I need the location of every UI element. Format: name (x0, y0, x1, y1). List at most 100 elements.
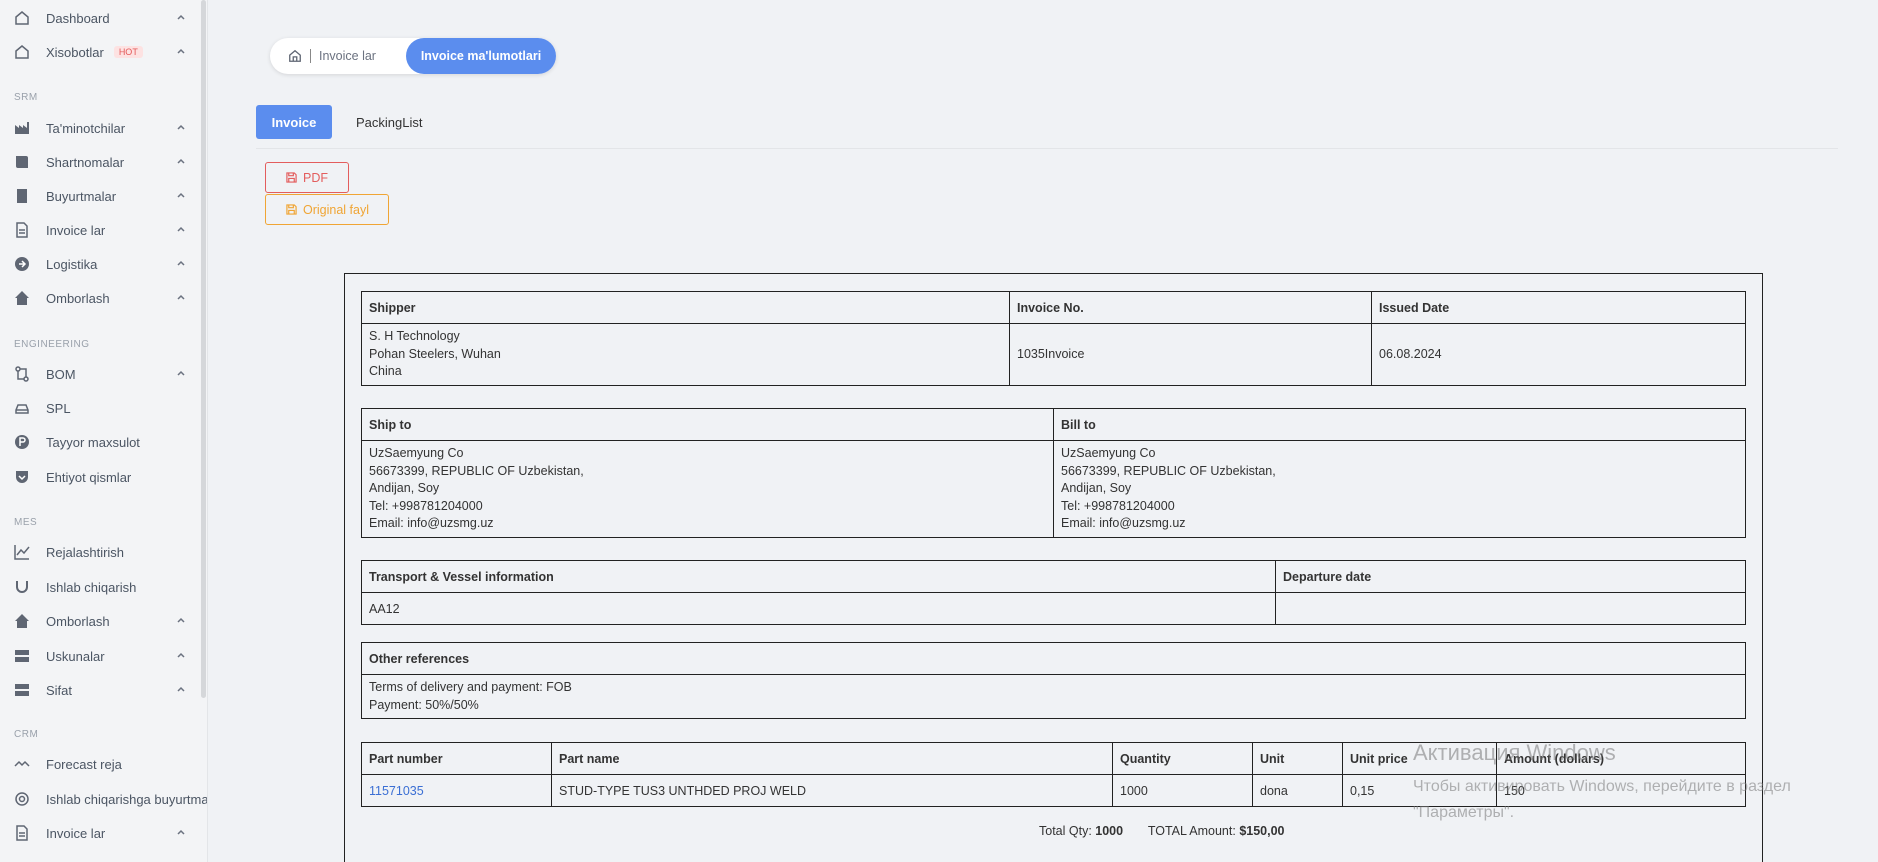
total-amount-label: TOTAL Amount: (1147, 824, 1236, 838)
sidebar-item-buyurtmalar[interactable]: Buyurtmalar (0, 181, 200, 211)
hot-badge: HOT (113, 46, 143, 58)
sidebar-item-label: Sifat (46, 682, 73, 698)
bill-to-line: Email: info@uzsmg.uz (1061, 516, 1186, 530)
sidebar-item-label: Ishlab chiqarishga buyurtma (46, 791, 208, 807)
sidebar-item-uskunalar[interactable]: Uskunalar (0, 641, 200, 671)
sidebar-item-tayyor-maxsulot[interactable]: Tayyor maxsulot (0, 427, 200, 457)
save-icon (286, 204, 297, 215)
bill-to-line: UzSaemyung Co (1061, 446, 1156, 460)
sidebar-item-sifat[interactable]: Sifat (0, 675, 200, 705)
sidebar-item-omborlash[interactable]: Omborlash (0, 283, 200, 313)
sidebar-item-spl[interactable]: SPL (0, 393, 200, 423)
sidebar-item-ehtiyot-qismlar[interactable]: Ehtiyot qismlar (0, 462, 200, 492)
tab-bar: Invoice PackingList (256, 105, 422, 139)
part-name-cell: STUD-TYPE TUS3 UNTHDED PROJ WELD (551, 774, 1113, 807)
breadcrumb-separator (310, 49, 311, 63)
sidebar-item-taminotchilar[interactable]: Ta'minotchilar (0, 113, 200, 143)
other-reference-line: Terms of delivery and payment: FOB (369, 680, 572, 694)
sidebar-item-ishlab-chiqarish[interactable]: Ishlab chiqarish (0, 572, 200, 602)
sidebar-item-label: BOM (46, 366, 76, 382)
bill-to-line: Tel: +998781204000 (1061, 498, 1175, 513)
unit-cell: dona (1252, 774, 1343, 807)
invoice-no-header: Invoice No. (1009, 291, 1372, 324)
chevron-up-icon (177, 226, 185, 232)
car-icon (14, 400, 30, 416)
breadcrumb-invoice-lar[interactable]: Invoice lar (319, 49, 376, 63)
total-amount-value: $150,00 (1239, 824, 1285, 838)
watermark-text: Чтобы активировать Windows, перейдите в … (1413, 778, 1791, 821)
book-icon (14, 188, 30, 204)
issued-date-value: 06.08.2024 (1371, 323, 1746, 386)
ship-to-line: Andijan, Soy (369, 481, 440, 495)
sidebar-item-label: Forecast reja (46, 756, 122, 772)
chevron-up-icon (177, 617, 185, 623)
document-icon (14, 222, 30, 238)
sidebar-scrollbar[interactable] (201, 0, 206, 698)
sidebar-item-rejalashtirish[interactable]: Rejalashtirish (0, 537, 200, 567)
chevron-up-icon (177, 14, 185, 20)
sidebar-item-ishlab-chiqarishga-buyurtma[interactable]: Ishlab chiqarishga buyurtma (0, 784, 207, 814)
sidebar-item-dashboard[interactable]: Dashboard (0, 3, 200, 33)
shipper-line: Pohan Steelers, Wuhan (369, 346, 501, 361)
breadcrumb-current: Invoice ma'lumotlari (406, 38, 556, 74)
product-badge-icon (14, 434, 30, 450)
bill-to-line: 56673399, REPUBLIC OF Uzbekistan, (1061, 463, 1276, 478)
chevron-up-icon (177, 158, 185, 164)
other-references-table: Other references Terms of delivery and p… (361, 642, 1746, 719)
bill-to-line: Andijan, Soy (1061, 481, 1132, 495)
column-header: Part number (361, 742, 552, 775)
sidebar-item-label: Omborlash (46, 613, 110, 629)
git-compare-icon (14, 366, 30, 382)
watermark-title: Активация Windows (1413, 740, 1616, 765)
tabs-divider (256, 148, 1838, 149)
sidebar: Dashboard Xisobotlar HOT SRM Ta'minotchi… (0, 0, 208, 862)
sidebar-item-xisobotlar[interactable]: Xisobotlar HOT (0, 37, 200, 67)
chevron-up-icon (177, 652, 185, 658)
sidebar-item-label: Ehtiyot qismlar (46, 469, 132, 485)
chevron-up-icon (177, 48, 185, 54)
shipper-table: Shipper Invoice No. Issued Date S. H Tec… (361, 291, 1746, 386)
original-file-button-label: Original fayl (303, 202, 369, 217)
eye-icon (14, 791, 30, 807)
tab-packinglist[interactable]: PackingList (356, 105, 422, 139)
column-header: Quantity (1112, 742, 1253, 775)
totals: Total Qty: 1000 TOTAL Amount: $150,00 (1039, 824, 1285, 838)
sidebar-item-label: Xisobotlar (46, 44, 104, 60)
home-icon[interactable] (288, 49, 302, 63)
sidebar-item-label: Dashboard (46, 10, 110, 26)
sidebar-item-invoice-lar[interactable]: Invoice lar (0, 215, 200, 245)
tab-invoice[interactable]: Invoice (256, 105, 332, 139)
ship-to-header: Ship to (361, 408, 1054, 441)
sidebar-item-label: Ta'minotchilar (46, 120, 126, 136)
sidebar-item-omborlash-mes[interactable]: Omborlash (0, 606, 200, 636)
ship-to-line: Email: info@uzsmg.uz (369, 516, 494, 530)
sidebar-item-forecast-reja[interactable]: Forecast reja (0, 749, 200, 779)
sidebar-item-invoice-lar-crm[interactable]: Invoice lar (0, 818, 200, 848)
original-file-button[interactable]: Original fayl (265, 194, 389, 225)
chevron-up-icon (177, 294, 185, 300)
pdf-button[interactable]: PDF (265, 162, 349, 193)
magnet-icon (14, 579, 30, 595)
sidebar-item-logistika[interactable]: Logistika (0, 249, 200, 279)
home-icon (14, 44, 30, 60)
server-icon (14, 648, 30, 664)
other-references-header: Other references (361, 642, 1746, 675)
breadcrumb: Invoice lar Invoice ma'lumotlari (270, 38, 556, 74)
sidebar-item-shartnomalar[interactable]: Shartnomalar (0, 147, 200, 177)
sidebar-item-bom[interactable]: BOM (0, 359, 200, 389)
chevron-up-icon (177, 370, 185, 376)
trend-icon (14, 756, 30, 772)
ship-bill-table: Ship to Bill to UzSaemyung Co 56673399, … (361, 408, 1746, 538)
chevron-up-icon (177, 192, 185, 198)
section-label-crm: CRM (14, 729, 39, 740)
ship-to-address: UzSaemyung Co 56673399, REPUBLIC OF Uzbe… (361, 440, 1054, 538)
part-number-link[interactable]: 11571035 (361, 774, 552, 807)
sidebar-item-label: Buyurtmalar (46, 188, 117, 204)
chevron-up-icon (177, 260, 185, 266)
sidebar-item-label: Tayyor maxsulot (46, 434, 140, 450)
quantity-cell: 1000 (1112, 774, 1253, 807)
bill-to-header: Bill to (1053, 408, 1746, 441)
section-label-mes: MES (14, 517, 38, 528)
departure-header: Departure date (1275, 560, 1746, 593)
main-content: Invoice lar Invoice ma'lumotlari Invoice… (208, 0, 1878, 862)
